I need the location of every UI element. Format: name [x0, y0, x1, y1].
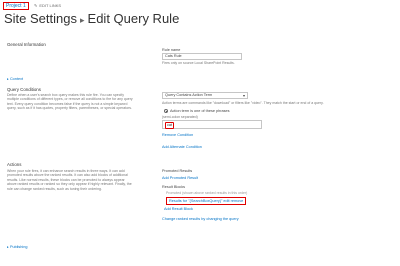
title-separator: ▸ [80, 15, 85, 25]
result-blocks-label: Result Blocks [162, 185, 186, 189]
actions-heading: Actions [7, 162, 22, 167]
change-ranked-results-link[interactable]: Change ranked results by changing the qu… [162, 217, 239, 221]
query-conditions-heading: Query Conditions [7, 87, 41, 92]
action-term-radio-label: Action term is one of these phrases [170, 109, 230, 113]
rule-name-input[interactable]: Cats Rule [162, 53, 242, 60]
action-terms-description: Action terms are commands like "download… [162, 101, 324, 105]
radio-selected-icon [164, 109, 168, 113]
chevron-down-icon: ▾ [242, 93, 245, 98]
site-settings-link[interactable]: Site Settings [4, 11, 77, 26]
promoted-results-label: Promoted Results [162, 169, 193, 173]
condition-type-select[interactable]: Query Contains Action Term ▾ [162, 92, 248, 99]
rule-name-label: Rule name [162, 48, 181, 52]
condition-type-value: Query Contains Action Term [165, 93, 213, 97]
project-breadcrumb-link[interactable]: Project 1 [3, 2, 29, 10]
edit-links-label: EDIT LINKS [39, 3, 62, 8]
page-title: Site Settings ▸ Edit Query Rule [4, 10, 179, 29]
semicolon-label: (semi-colon separated) [162, 115, 198, 119]
actions-description: When your rule fires, it can enhance sea… [7, 169, 132, 191]
add-promoted-result-link[interactable]: Add Promoted Result [162, 176, 198, 180]
remove-condition-link[interactable]: Remove Condition [162, 133, 193, 137]
result-blocks-note: Promoted (shown above ranked results in … [166, 191, 248, 195]
publishing-expander[interactable]: ▸ Publishing [7, 244, 27, 249]
action-term-radio[interactable]: Action term is one of these phrases [164, 109, 230, 113]
fires-note: Fires only on source Local SharePoint Re… [162, 61, 235, 65]
phrase-input[interactable]: cat [162, 120, 262, 129]
result-block-link[interactable]: Results for "{SearchBoxQuery}" edit remo… [166, 197, 247, 205]
publishing-label: Publishing [9, 245, 28, 249]
page-title-text: Edit Query Rule [87, 11, 180, 26]
edit-links-button[interactable]: ✎ EDIT LINKS [34, 3, 61, 9]
query-conditions-description: Define when a user's search box query ma… [7, 93, 133, 111]
context-label: Context [9, 77, 24, 81]
add-result-block-link[interactable]: Add Result Block [164, 207, 193, 211]
expand-icon: ▸ [7, 245, 9, 249]
context-expander[interactable]: ▸ Context [7, 76, 23, 81]
phrase-value: cat [165, 121, 175, 129]
general-info-heading: General Information [7, 42, 46, 47]
add-alternate-condition-link[interactable]: Add Alternate Condition [162, 145, 202, 149]
expand-icon: ▸ [7, 77, 9, 81]
pencil-icon: ✎ [34, 3, 38, 8]
